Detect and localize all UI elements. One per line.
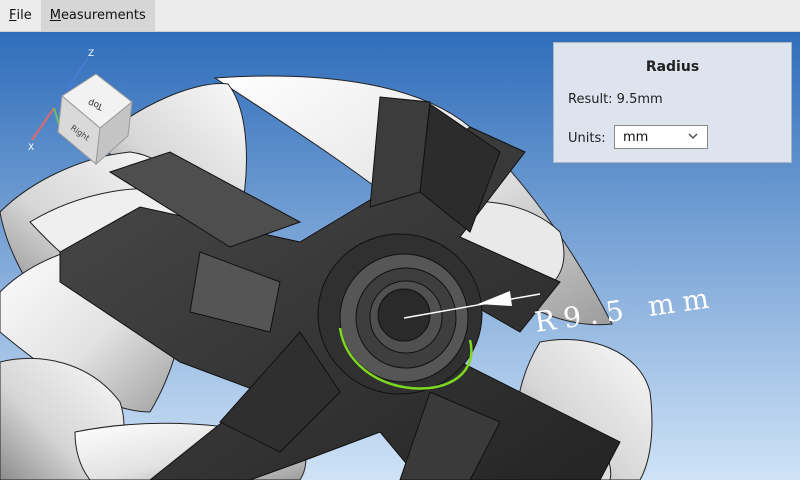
axis-x-label: X [28, 143, 34, 153]
units-selected-value: mm [623, 130, 649, 145]
menu-measurements-mnemonic: M [49, 8, 61, 23]
axis-z-label: Z [88, 49, 94, 59]
hub-rings [317, 233, 483, 395]
units-dropdown[interactable]: mm [614, 125, 708, 149]
units-label: Units: [568, 131, 606, 146]
menu-file[interactable]: File [0, 0, 41, 31]
result-text: Result: 9.5mm [568, 92, 663, 107]
menu-file-mnemonic: F [9, 8, 17, 23]
panel-title: Radius [645, 59, 700, 75]
menubar: File Measurements [0, 0, 800, 32]
menu-measurements[interactable]: Measurements [40, 0, 155, 31]
chevron-down-icon [688, 133, 698, 139]
menu-measurements-label: easurements [60, 8, 146, 23]
measurement-panel: Radius Result: 9.5mm Units: mm [553, 42, 792, 163]
menu-file-label: ile [16, 8, 32, 23]
